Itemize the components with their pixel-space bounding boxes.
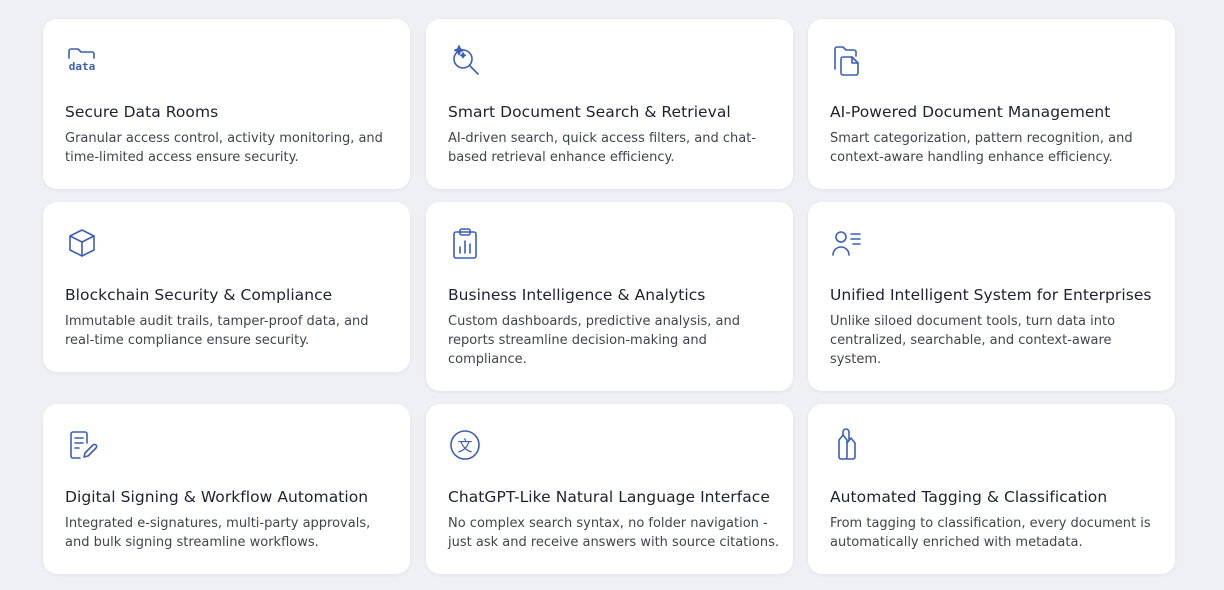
card-title: Digital Signing & Workflow Automation bbox=[65, 488, 369, 506]
clipboard-chart-icon bbox=[448, 226, 482, 260]
folder-data-icon: data bbox=[65, 43, 99, 77]
card-description: Custom dashboards, predictive analysis, … bbox=[448, 314, 740, 367]
feature-card-smart-document-search: Smart Document Search & Retrieval AI-dri… bbox=[426, 19, 793, 189]
card-description: Smart categorization, pattern recognitio… bbox=[830, 131, 1133, 165]
card-title: Secure Data Rooms bbox=[65, 103, 219, 121]
card-title: Blockchain Security & Compliance bbox=[65, 286, 333, 304]
feature-card-ai-document-management: AI-Powered Document Management Smart cat… bbox=[808, 19, 1175, 189]
documents-icon bbox=[830, 43, 864, 77]
document-sign-icon bbox=[65, 428, 99, 462]
translate-icon-text: 文 bbox=[457, 437, 472, 455]
tags-icon bbox=[830, 428, 864, 462]
card-description: Integrated e-signatures, multi-party app… bbox=[65, 516, 371, 550]
feature-card-natural-language-interface: 文 ChatGPT-Like Natural Language Interfac… bbox=[426, 404, 793, 574]
card-title: AI-Powered Document Management bbox=[830, 103, 1111, 121]
feature-card-unified-intelligent-system: Unified Intelligent System for Enterpris… bbox=[808, 202, 1175, 391]
feature-card-blockchain-security: Blockchain Security & Compliance Immutab… bbox=[43, 202, 410, 372]
card-description: Unlike siloed document tools, turn data … bbox=[830, 314, 1116, 367]
user-list-icon bbox=[830, 226, 864, 260]
card-description: AI-driven search, quick access filters, … bbox=[448, 131, 756, 165]
card-title: Smart Document Search & Retrieval bbox=[448, 103, 731, 121]
card-title: ChatGPT-Like Natural Language Interface bbox=[448, 488, 770, 506]
card-description: Granular access control, activity monito… bbox=[65, 131, 383, 165]
cube-icon bbox=[65, 226, 99, 260]
feature-card-secure-data-rooms: data Secure Data Rooms Granular access c… bbox=[43, 19, 410, 189]
card-description: From tagging to classification, every do… bbox=[830, 516, 1151, 550]
card-title: Business Intelligence & Analytics bbox=[448, 286, 706, 304]
feature-card-digital-signing: Digital Signing & Workflow Automation In… bbox=[43, 404, 410, 574]
feature-card-business-intelligence: Business Intelligence & Analytics Custom… bbox=[426, 202, 793, 391]
card-title: Automated Tagging & Classification bbox=[830, 488, 1108, 506]
folder-data-icon-text: data bbox=[69, 60, 96, 73]
feature-card-automated-tagging: Automated Tagging & Classification From … bbox=[808, 404, 1175, 574]
card-description: Immutable audit trails, tamper-proof dat… bbox=[65, 314, 369, 348]
card-title: Unified Intelligent System for Enterpris… bbox=[830, 286, 1152, 304]
card-description: No complex search syntax, no folder navi… bbox=[448, 516, 779, 550]
sparkle-search-icon bbox=[448, 43, 482, 77]
translate-icon: 文 bbox=[448, 428, 482, 462]
